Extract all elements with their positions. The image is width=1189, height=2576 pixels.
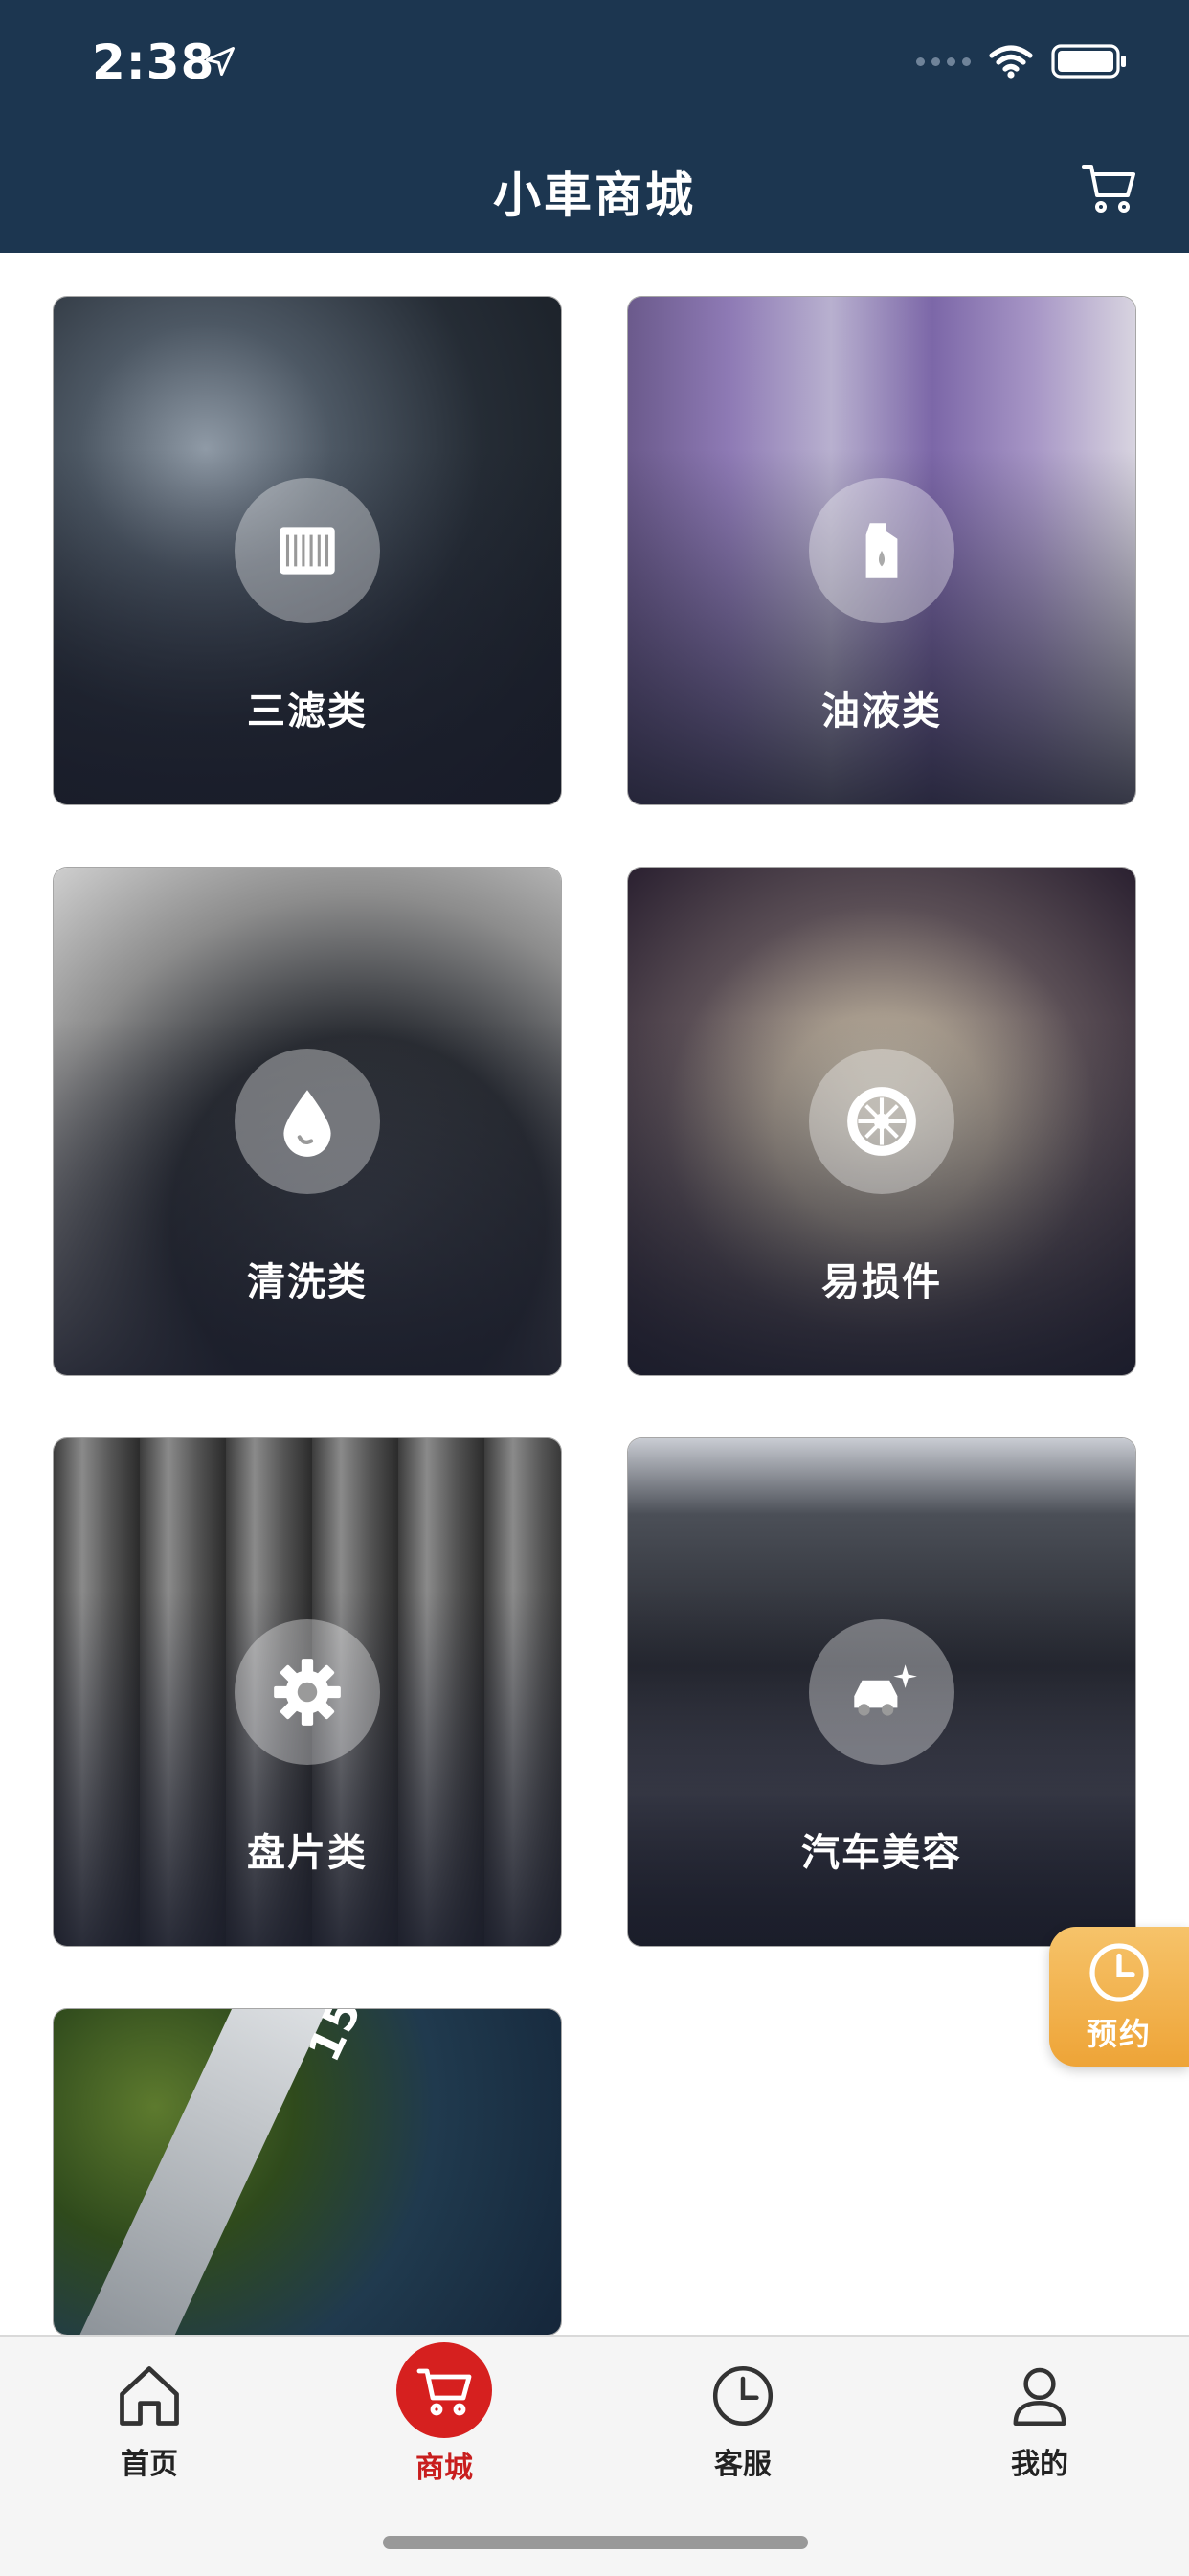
- home-icon: [111, 2358, 188, 2434]
- tab-label: 客服: [714, 2448, 772, 2481]
- gear-icon: [235, 1619, 380, 1765]
- location-arrow-icon: [206, 47, 235, 76]
- battery-icon: [1051, 44, 1126, 79]
- category-label: 油液类: [821, 689, 942, 734]
- tab-service[interactable]: 客服: [647, 2337, 839, 2490]
- category-label: 汽车美容: [801, 1831, 962, 1875]
- category-label: 盘片类: [247, 1831, 368, 1875]
- filter-icon: [235, 478, 380, 623]
- page-title: 小車商城: [493, 168, 696, 223]
- reserve-label: 预约: [1086, 2016, 1152, 2052]
- category-card-discs[interactable]: 盘片类: [54, 1438, 561, 1946]
- clock-icon: [1089, 1943, 1149, 2002]
- status-time: 2:38: [92, 34, 215, 90]
- category-card-oils[interactable]: 油液类: [628, 297, 1135, 804]
- category-label: 三滤类: [247, 689, 368, 734]
- tire-icon: [809, 1049, 954, 1194]
- tab-label: 我的: [1011, 2448, 1068, 2481]
- category-label: 清洗类: [247, 1260, 368, 1304]
- clock-icon: [705, 2358, 781, 2434]
- category-card-car-beauty[interactable]: 汽车美容: [628, 1438, 1135, 1946]
- tab-mine[interactable]: 我的: [944, 2337, 1135, 2490]
- reserve-button[interactable]: 预约: [1049, 1927, 1189, 2067]
- wifi-icon: [989, 45, 1033, 79]
- home-indicator: [383, 2536, 808, 2549]
- tab-label: 商城: [415, 2452, 473, 2485]
- category-label: 易损件: [821, 1260, 942, 1304]
- category-card-wear-parts[interactable]: 易损件: [628, 868, 1135, 1375]
- water-drop-icon: [235, 1049, 380, 1194]
- tab-label: 首页: [121, 2448, 178, 2481]
- category-card-cleaning[interactable]: 清洗类: [54, 868, 561, 1375]
- status-indicators: [916, 40, 1128, 82]
- user-icon: [1001, 2358, 1078, 2434]
- oil-bottle-icon: [809, 478, 954, 623]
- tab-home[interactable]: 首页: [54, 2337, 245, 2490]
- car-sparkle-icon: [809, 1619, 954, 1765]
- cart-icon[interactable]: [1078, 157, 1139, 218]
- promo-road-text: 150000km: [298, 2009, 460, 2069]
- top-bar: 2:38 小車商城: [0, 0, 1189, 253]
- tab-mall[interactable]: 商城: [348, 2337, 540, 2490]
- cart-icon: [396, 2342, 492, 2438]
- promo-card[interactable]: 150000km: [54, 2009, 561, 2335]
- signal-icon: [916, 56, 971, 66]
- category-card-filters[interactable]: 三滤类: [54, 297, 561, 804]
